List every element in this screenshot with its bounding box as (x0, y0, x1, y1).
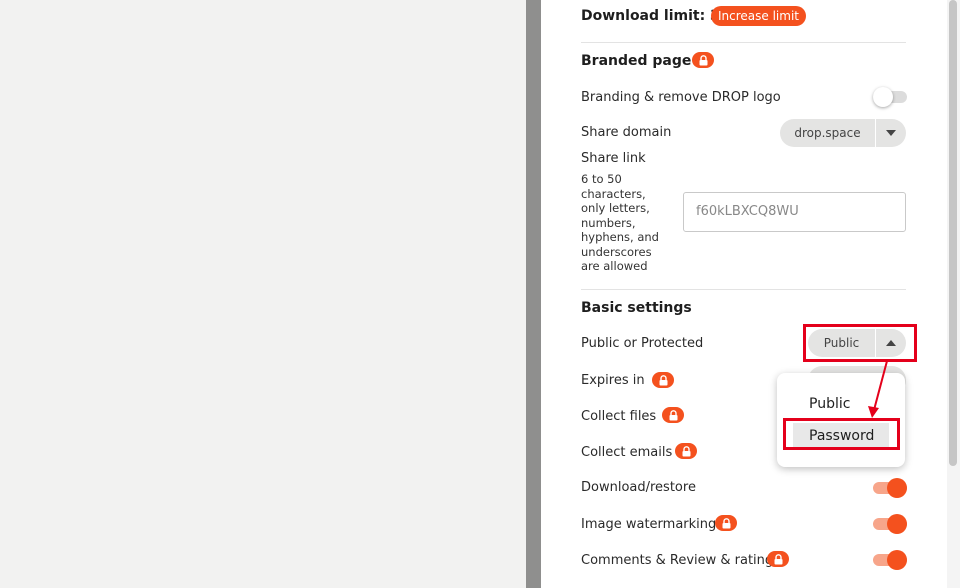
section-divider (581, 289, 906, 290)
share-domain-label: Share domain (581, 125, 672, 140)
left-empty-area (0, 0, 526, 588)
public-or-protected-label: Public or Protected (581, 336, 704, 351)
annotation-box-password (783, 418, 900, 450)
comments-review-label: Comments & Review & rating (581, 553, 774, 568)
expires-in-label: Expires in (581, 373, 645, 388)
lock-icon (675, 443, 697, 459)
image-watermarking-label: Image watermarking (581, 517, 717, 532)
download-restore-toggle[interactable] (873, 477, 907, 499)
lock-icon (767, 551, 789, 567)
download-limit-label: Download limit: 3 (581, 8, 720, 24)
panel-divider (526, 0, 541, 588)
comments-review-toggle[interactable] (873, 549, 907, 571)
share-domain-value: drop.space (794, 126, 861, 140)
section-divider (581, 42, 906, 43)
annotation-arrow (868, 360, 888, 418)
caret-down-icon (876, 130, 906, 136)
image-watermarking-toggle[interactable] (873, 513, 907, 535)
lock-icon (692, 52, 714, 68)
increase-limit-button[interactable]: Increase limit (711, 6, 806, 26)
share-link-label: Share link (581, 151, 646, 166)
lock-icon (652, 372, 674, 388)
lock-icon (662, 407, 684, 423)
branding-toggle[interactable] (873, 86, 907, 108)
collect-files-label: Collect files (581, 409, 657, 424)
annotation-box-select (803, 324, 917, 362)
share-link-input[interactable]: f60kLBXCQ8WU (683, 192, 906, 232)
collect-emails-label: Collect emails (581, 445, 673, 460)
scrollbar-thumb[interactable] (949, 0, 957, 466)
basic-settings-heading: Basic settings (581, 300, 692, 316)
share-link-help: 6 to 50 characters, only letters, number… (581, 172, 659, 273)
branding-label: Branding & remove DROP logo (581, 90, 781, 105)
share-domain-select[interactable]: drop.space (780, 119, 906, 147)
download-restore-label: Download/restore (581, 480, 696, 495)
dropdown-option-public[interactable]: Public (809, 396, 850, 412)
branded-page-heading: Branded page (581, 53, 692, 69)
lock-icon (715, 515, 737, 531)
